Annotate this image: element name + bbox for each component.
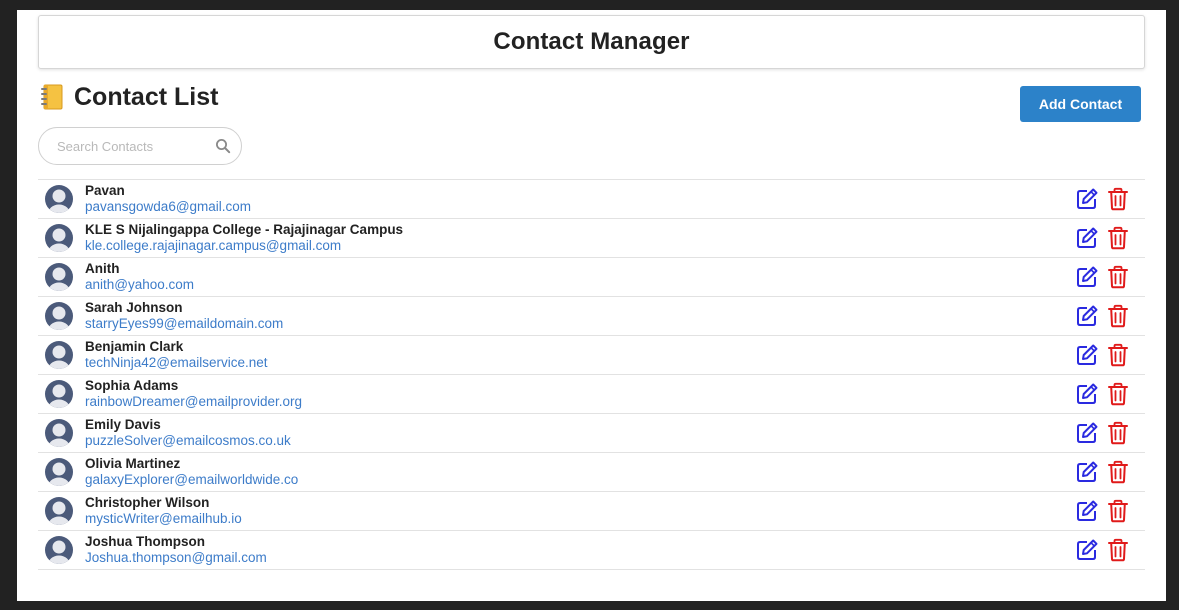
contact-name: KLE S Nijalingappa College - Rajajinagar…	[85, 222, 404, 237]
trash-icon[interactable]	[1107, 499, 1129, 523]
contact-email[interactable]: mysticWriter@emailhub.io	[85, 511, 242, 526]
contact-list-title: Contact List	[74, 82, 219, 111]
user-avatar-icon	[45, 302, 73, 330]
user-avatar-icon	[45, 380, 73, 408]
trash-icon[interactable]	[1107, 226, 1129, 250]
contact-list-heading: Contact List	[41, 80, 218, 114]
contact-name: Anith	[85, 261, 120, 276]
contact-email[interactable]: kle.college.rajajinagar.campus@gmail.com	[85, 238, 341, 253]
app-frame: Contact Manager Contact List Add Contact	[17, 10, 1166, 601]
user-avatar-icon	[45, 185, 73, 213]
contact-email[interactable]: Joshua.thompson@gmail.com	[85, 550, 267, 565]
contact-row: Benjamin Clark techNinja42@emailservice.…	[38, 336, 1145, 375]
contact-row: Pavan pavansgowda6@gmail.com	[38, 180, 1145, 219]
edit-icon[interactable]	[1075, 343, 1099, 367]
trash-icon[interactable]	[1107, 382, 1129, 406]
contact-row: Christopher Wilson mysticWriter@emailhub…	[38, 492, 1145, 531]
app-title: Contact Manager	[493, 28, 690, 55]
contact-email[interactable]: rainbowDreamer@emailprovider.org	[85, 394, 302, 409]
contact-email[interactable]: pavansgowda6@gmail.com	[85, 199, 251, 214]
contact-row: KLE S Nijalingappa College - Rajajinagar…	[38, 219, 1145, 258]
contact-email[interactable]: puzzleSolver@emailcosmos.co.uk	[85, 433, 291, 448]
contact-row: Olivia Martinez galaxyExplorer@emailworl…	[38, 453, 1145, 492]
user-avatar-icon	[45, 263, 73, 291]
edit-icon[interactable]	[1075, 538, 1099, 562]
contact-name: Emily Davis	[85, 417, 161, 432]
contact-email[interactable]: galaxyExplorer@emailworldwide.co	[85, 472, 298, 487]
edit-icon[interactable]	[1075, 382, 1099, 406]
contact-name: Pavan	[85, 183, 125, 198]
user-avatar-icon	[45, 458, 73, 486]
contact-list: Pavan pavansgowda6@gmail.com KLE S Nijal…	[38, 179, 1145, 570]
search-icon[interactable]	[215, 138, 231, 154]
edit-icon[interactable]	[1075, 460, 1099, 484]
contact-name: Joshua Thompson	[85, 534, 206, 549]
user-avatar-icon	[45, 224, 73, 252]
trash-icon[interactable]	[1107, 538, 1129, 562]
edit-icon[interactable]	[1075, 265, 1099, 289]
notebook-icon	[41, 84, 63, 110]
contact-name: Christopher Wilson	[85, 495, 210, 510]
user-avatar-icon	[45, 497, 73, 525]
trash-icon[interactable]	[1107, 304, 1129, 328]
contact-email[interactable]: techNinja42@emailservice.net	[85, 355, 268, 370]
edit-icon[interactable]	[1075, 226, 1099, 250]
contact-row: Sarah Johnson starryEyes99@emaildomain.c…	[38, 297, 1145, 336]
user-avatar-icon	[45, 419, 73, 447]
user-avatar-icon	[45, 341, 73, 369]
contact-row: Sophia Adams rainbowDreamer@emailprovide…	[38, 375, 1145, 414]
search-box	[38, 127, 242, 165]
contact-email[interactable]: starryEyes99@emaildomain.com	[85, 316, 283, 331]
search-input[interactable]	[55, 137, 209, 155]
app-header: Contact Manager	[38, 15, 1145, 69]
contact-row: Anith anith@yahoo.com	[38, 258, 1145, 297]
trash-icon[interactable]	[1107, 343, 1129, 367]
edit-icon[interactable]	[1075, 499, 1099, 523]
add-contact-button[interactable]: Add Contact	[1020, 86, 1141, 122]
contact-name: Benjamin Clark	[85, 339, 184, 354]
contact-name: Olivia Martinez	[85, 456, 181, 471]
trash-icon[interactable]	[1107, 460, 1129, 484]
contact-email[interactable]: anith@yahoo.com	[85, 277, 194, 292]
edit-icon[interactable]	[1075, 187, 1099, 211]
trash-icon[interactable]	[1107, 265, 1129, 289]
edit-icon[interactable]	[1075, 421, 1099, 445]
contact-row: Emily Davis puzzleSolver@emailcosmos.co.…	[38, 414, 1145, 453]
contact-name: Sarah Johnson	[85, 300, 183, 315]
trash-icon[interactable]	[1107, 421, 1129, 445]
contact-row: Joshua Thompson Joshua.thompson@gmail.co…	[38, 531, 1145, 570]
user-avatar-icon	[45, 536, 73, 564]
contact-name: Sophia Adams	[85, 378, 179, 393]
trash-icon[interactable]	[1107, 187, 1129, 211]
edit-icon[interactable]	[1075, 304, 1099, 328]
